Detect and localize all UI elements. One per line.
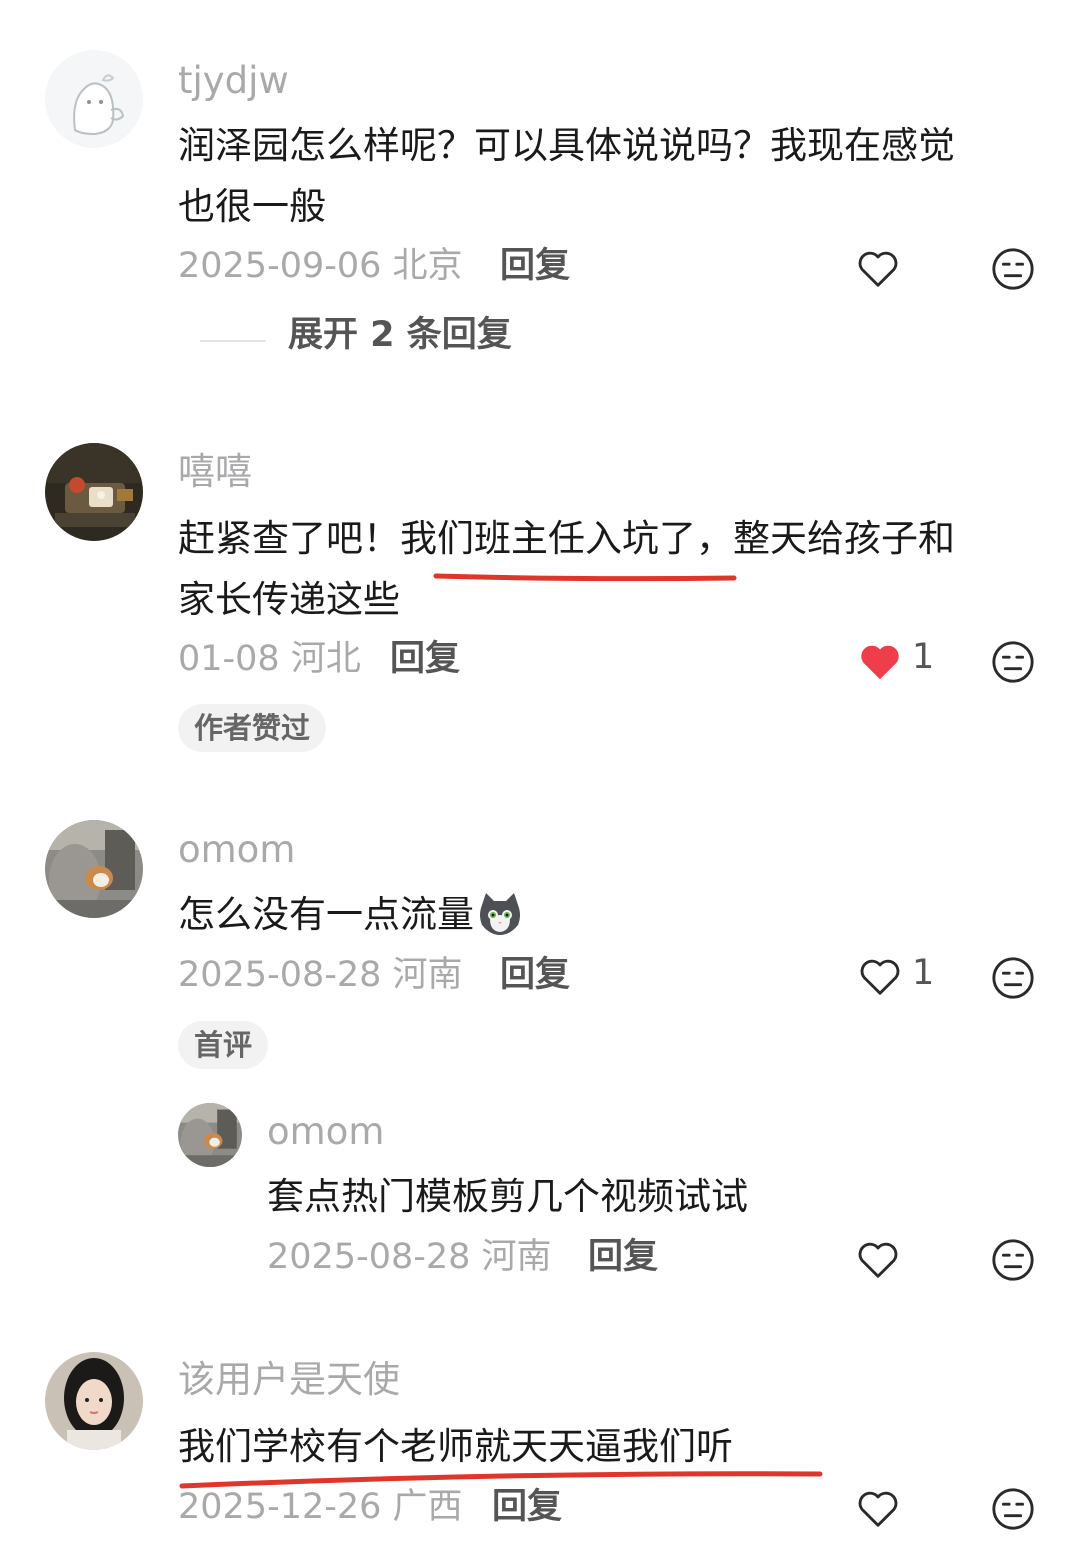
expand-divider (200, 340, 266, 342)
comment-location: 北京 (392, 246, 463, 286)
cat-sticker-emoji (476, 889, 524, 937)
heart-outline-icon[interactable] (855, 1486, 901, 1532)
comment-meta: 2025-09-06 北京 (178, 249, 463, 284)
comment-date: 2025-09-06 (178, 246, 382, 286)
heart-outline-icon[interactable] (855, 1237, 901, 1283)
avatar[interactable] (45, 443, 143, 541)
heart-filled-icon[interactable] (857, 639, 903, 685)
like-count: 1 (912, 637, 935, 677)
comment-meta: 2025-12-26 广西 (178, 1490, 463, 1525)
username[interactable]: tjydjw (178, 62, 289, 99)
dislike-face-icon[interactable] (990, 246, 1036, 292)
comment-text-content: 怎么没有一点流量 (178, 893, 474, 936)
comment-date: 2025-12-26 (178, 1487, 382, 1527)
comment-text: 也很一般 (178, 185, 326, 228)
username[interactable]: 该用户是天使 (178, 1361, 400, 1398)
heart-outline-icon[interactable] (855, 246, 901, 292)
comment-meta: 2025-08-28 河南 (267, 1240, 552, 1275)
comment-location: 河北 (290, 639, 361, 679)
username[interactable]: omom (267, 1113, 384, 1150)
first-comment-badge: 首评 (178, 1021, 269, 1069)
avatar[interactable] (45, 50, 143, 148)
reply-button[interactable]: 回复 (492, 1490, 562, 1525)
dislike-face-icon[interactable] (990, 639, 1036, 685)
comment-meta: 2025-08-28 河南 (178, 958, 463, 993)
avatar[interactable] (45, 820, 143, 918)
comment-text: 家长传递这些 (178, 578, 400, 621)
dislike-face-icon[interactable] (990, 955, 1036, 1001)
dislike-face-icon[interactable] (990, 1237, 1036, 1283)
comment-text: 我们学校有个老师就天天逼我们听 (178, 1425, 733, 1468)
like-count: 1 (912, 953, 935, 993)
reply-button[interactable]: 回复 (588, 1240, 658, 1275)
avatar[interactable] (45, 1352, 143, 1450)
dislike-face-icon[interactable] (990, 1486, 1036, 1532)
comment-text: 赶紧查了吧！我们班主任入坑了，整天给孩子和 (178, 517, 955, 560)
comment-location: 河南 (481, 1237, 552, 1277)
expand-replies-button[interactable]: 展开 2 条回复 (288, 318, 512, 353)
annotation-underline (433, 573, 737, 582)
comment-location: 河南 (392, 955, 463, 995)
avatar[interactable] (178, 1103, 242, 1167)
comment-meta: 01-08 河北 (178, 642, 361, 677)
heart-outline-icon[interactable] (857, 954, 903, 1000)
reply-button[interactable]: 回复 (390, 642, 460, 677)
author-liked-badge: 作者赞过 (178, 704, 327, 752)
comment-date: 01-08 (178, 639, 280, 679)
username[interactable]: omom (178, 831, 295, 868)
comment-location: 广西 (392, 1487, 463, 1527)
comment-text: 套点热门模板剪几个视频试试 (267, 1175, 748, 1218)
comment-date: 2025-08-28 (267, 1237, 471, 1277)
comment-text: 怎么没有一点流量 (178, 884, 524, 945)
reply-button[interactable]: 回复 (500, 958, 570, 993)
username[interactable]: 嘻嘻 (178, 453, 252, 490)
comment-text: 润泽园怎么样呢？可以具体说说吗？我现在感觉 (178, 124, 955, 167)
reply-button[interactable]: 回复 (500, 249, 570, 284)
comment-date: 2025-08-28 (178, 955, 382, 995)
